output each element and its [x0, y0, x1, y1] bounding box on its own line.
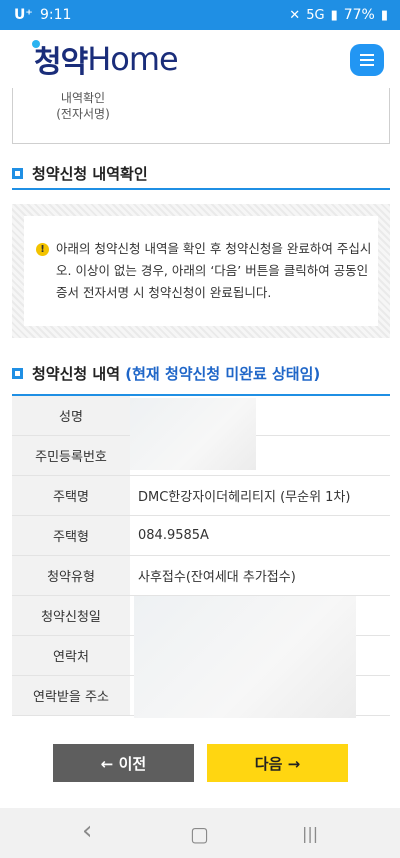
- logo[interactable]: 청약 Home: [32, 36, 179, 82]
- section-title-text: 청약신청 내역확인: [32, 165, 148, 183]
- notice-box: ! 아래의 청약신청 내역을 확인 후 청약신청을 완료하여 주십시오. 이상이…: [12, 204, 390, 338]
- row-label: 주택형: [12, 516, 130, 555]
- row-label: 성명: [12, 396, 130, 435]
- back-icon[interactable]: ‹: [82, 816, 92, 846]
- row-label: 연락처: [12, 636, 130, 675]
- notice-message: 아래의 청약신청 내역을 확인 후 청약신청을 완료하여 주십시오. 이상이 없…: [56, 241, 372, 300]
- row-label: 청약유형: [12, 556, 130, 595]
- system-navbar: ‹ ▢ |||: [0, 808, 400, 858]
- section-title-confirm: 청약신청 내역확인: [12, 160, 390, 190]
- menu-button[interactable]: [350, 44, 384, 76]
- prev-button[interactable]: ← 이전: [53, 744, 194, 782]
- square-bullet-icon: [12, 168, 23, 179]
- next-button[interactable]: 다음 →: [207, 744, 348, 782]
- table-row: 주택형 084.9585A: [12, 516, 390, 556]
- table-row: 주택명 DMC한강자이더헤리티지 (무순위 1차): [12, 476, 390, 516]
- logo-en: Home: [87, 40, 178, 78]
- previous-step-box: 내역확인 (전자서명): [12, 88, 390, 144]
- status-bar: U⁺ 9:11 ✕ 5G ▮ 77% ▮: [0, 0, 400, 30]
- row-label: 주택명: [12, 476, 130, 515]
- logo-dot-icon: [32, 40, 40, 48]
- redacted-contact-info: [134, 596, 356, 718]
- battery-level: 77%: [343, 7, 375, 23]
- carrier-label: U⁺: [14, 7, 33, 23]
- redacted-personal-info: [130, 398, 256, 470]
- row-label: 연락받을 주소: [12, 676, 130, 715]
- table-row: 청약유형 사후접수(잔여세대 추가접수): [12, 556, 390, 596]
- hamburger-icon: [360, 54, 374, 66]
- mute-icon: ✕: [289, 7, 301, 23]
- warning-icon: !: [36, 243, 49, 256]
- recents-icon[interactable]: |||: [302, 824, 318, 843]
- notice-inner: ! 아래의 청약신청 내역을 확인 후 청약신청을 완료하여 주십시오. 이상이…: [24, 216, 378, 326]
- previous-step-label: 내역확인 (전자서명): [56, 91, 110, 121]
- home-icon[interactable]: ▢: [190, 822, 209, 846]
- logo-ko: 청약: [34, 45, 88, 80]
- square-bullet-icon: [12, 368, 23, 379]
- clock: 9:11: [40, 7, 72, 23]
- section-title-details: 청약신청 내역 (현재 청약신청 미완료 상태임): [12, 360, 390, 396]
- row-value: DMC한강자이더헤리티지 (무순위 1차): [138, 490, 351, 505]
- section-title-text: 청약신청 내역 (현재 청약신청 미완료 상태임): [32, 365, 321, 383]
- status-icons: ✕ 5G ▮ 77% ▮: [289, 7, 388, 23]
- battery-icon: ▮: [380, 7, 388, 23]
- network-badge: 5G: [306, 7, 325, 23]
- signal-icon: ▮: [330, 7, 338, 23]
- row-label: 청약신청일: [12, 596, 130, 635]
- row-label: 주민등록번호: [12, 436, 130, 475]
- app-header: 청약 Home: [0, 30, 400, 88]
- status-note: (현재 청약신청 미완료 상태임): [125, 365, 321, 383]
- row-value: 084.9585A: [138, 528, 209, 543]
- row-value: 사후접수(잔여세대 추가접수): [138, 570, 296, 585]
